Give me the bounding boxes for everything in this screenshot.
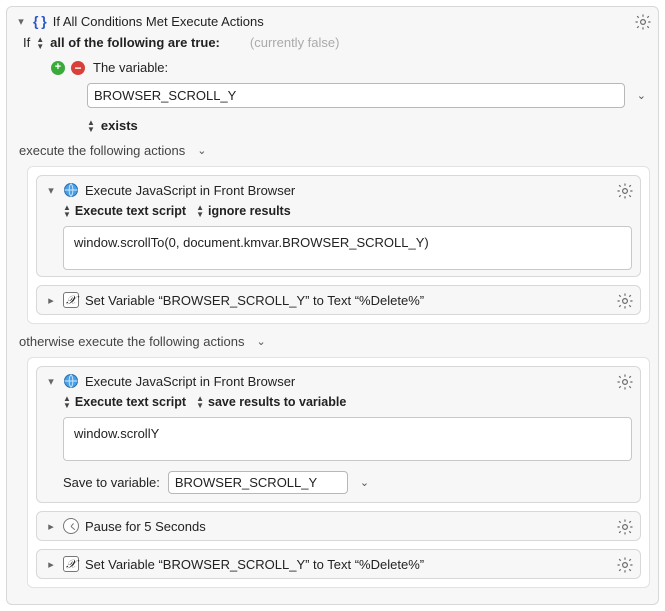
then-section-label: execute the following actions: [19, 143, 185, 158]
gear-icon[interactable]: [616, 373, 634, 391]
condition-operator: exists: [101, 118, 138, 133]
disclosure-toggle[interactable]: ▸: [45, 294, 57, 307]
condition-label: The variable:: [93, 60, 168, 75]
gear-icon[interactable]: [616, 182, 634, 200]
add-condition-button[interactable]: +: [51, 61, 65, 75]
gear-icon[interactable]: [616, 518, 634, 536]
script-source-stepper[interactable]: [63, 204, 71, 218]
globe-icon: [63, 373, 79, 389]
action-title: Set Variable “BROWSER_SCROLL_Y” to Text …: [85, 293, 424, 308]
braces-icon: { }: [33, 13, 47, 29]
script-source-label: Execute text script: [75, 395, 186, 409]
disclosure-toggle[interactable]: ▾: [15, 15, 27, 28]
if-action-panel: ▾ { } If All Conditions Met Execute Acti…: [6, 6, 659, 605]
action-title: Execute JavaScript in Front Browser: [85, 374, 295, 389]
gear-icon[interactable]: [616, 292, 634, 310]
set-variable-action-then: ▸ 𝒳 Set Variable “BROWSER_SCROLL_Y” to T…: [36, 285, 641, 315]
else-section-label: otherwise execute the following actions: [19, 334, 244, 349]
action-title: Set Variable “BROWSER_SCROLL_Y” to Text …: [85, 557, 424, 572]
result-mode-label: ignore results: [208, 204, 291, 218]
disclosure-toggle[interactable]: ▾: [45, 375, 57, 388]
if-prefix: If: [23, 35, 30, 50]
save-variable-combo[interactable]: BROWSER_SCROLL_Y: [168, 471, 348, 494]
operator-stepper[interactable]: [87, 119, 95, 133]
then-actions-container: ▾ Execute JavaScript in Front Browser Ex…: [27, 166, 650, 324]
save-variable-chevron[interactable]: ⌄: [356, 476, 373, 489]
result-mode-label: save results to variable: [208, 395, 346, 409]
variable-name-input[interactable]: [87, 83, 625, 108]
disclosure-toggle[interactable]: ▸: [45, 520, 57, 533]
predicate-stepper[interactable]: [36, 36, 44, 50]
if-predicate: all of the following are true:: [50, 35, 220, 50]
timer-icon: [63, 518, 79, 534]
variable-picker-chevron[interactable]: ⌄: [633, 89, 650, 102]
execute-js-action-else: ▾ Execute JavaScript in Front Browser Ex…: [36, 366, 641, 503]
disclosure-toggle[interactable]: ▾: [45, 184, 57, 197]
pause-action: ▸ Pause for 5 Seconds: [36, 511, 641, 541]
script-textarea[interactable]: window.scrollTo(0, document.kmvar.BROWSE…: [63, 226, 632, 270]
panel-title: If All Conditions Met Execute Actions: [53, 14, 264, 29]
script-source-stepper[interactable]: [63, 395, 71, 409]
script-source-label: Execute text script: [75, 204, 186, 218]
script-textarea[interactable]: window.scrollY: [63, 417, 632, 461]
then-menu-chevron[interactable]: ⌄: [193, 144, 210, 157]
action-title: Execute JavaScript in Front Browser: [85, 183, 295, 198]
variable-icon: 𝒳: [63, 556, 79, 572]
save-variable-value: BROWSER_SCROLL_Y: [175, 475, 317, 490]
else-menu-chevron[interactable]: ⌄: [252, 335, 269, 348]
set-variable-action-else: ▸ 𝒳 Set Variable “BROWSER_SCROLL_Y” to T…: [36, 549, 641, 579]
gear-icon[interactable]: [634, 13, 652, 31]
disclosure-toggle[interactable]: ▸: [45, 558, 57, 571]
else-actions-container: ▾ Execute JavaScript in Front Browser Ex…: [27, 357, 650, 588]
if-status: (currently false): [250, 35, 340, 50]
result-mode-stepper[interactable]: [196, 204, 204, 218]
result-mode-stepper[interactable]: [196, 395, 204, 409]
globe-icon: [63, 182, 79, 198]
save-variable-label: Save to variable:: [63, 475, 160, 490]
execute-js-action-then: ▾ Execute JavaScript in Front Browser Ex…: [36, 175, 641, 277]
action-title: Pause for 5 Seconds: [85, 519, 206, 534]
gear-icon[interactable]: [616, 556, 634, 574]
remove-condition-button[interactable]: −: [71, 61, 85, 75]
variable-icon: 𝒳: [63, 292, 79, 308]
